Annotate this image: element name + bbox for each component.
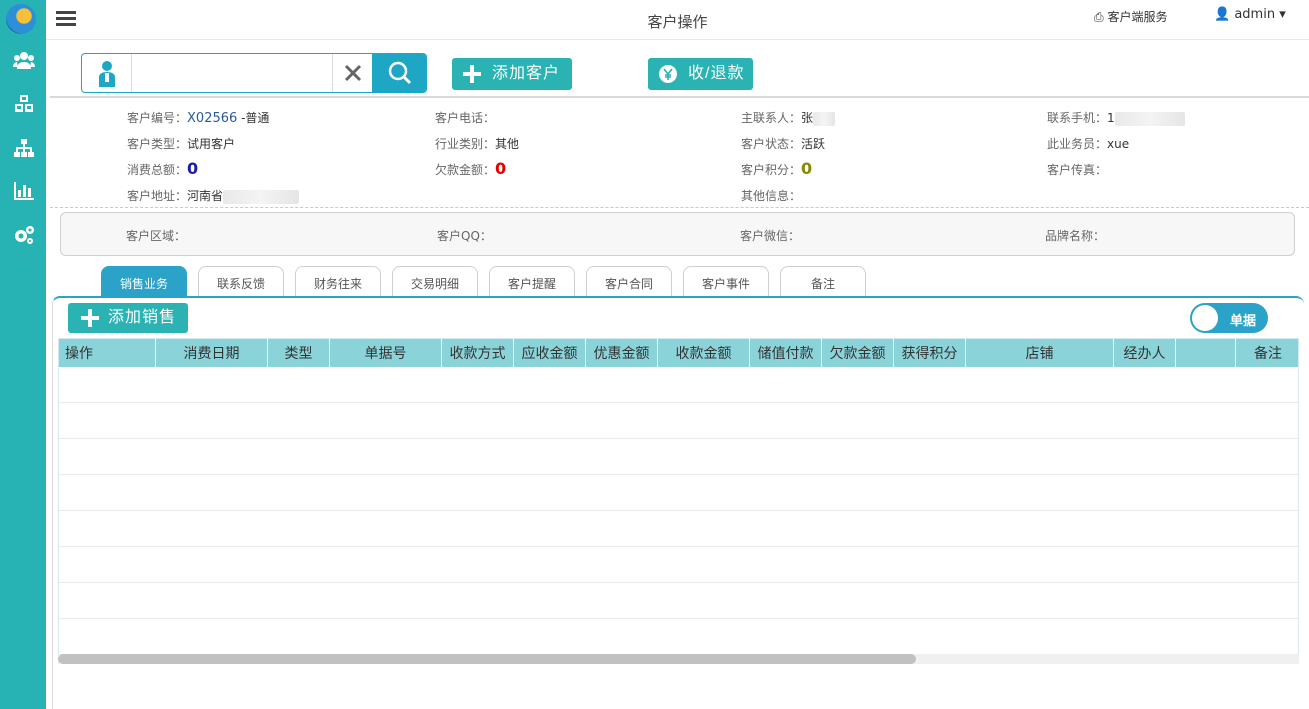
col-discount[interactable]: 优惠金额 xyxy=(586,339,658,367)
col-blank xyxy=(1176,339,1236,367)
customer-search-box xyxy=(81,53,427,93)
sales-table: 操作 消费日期 类型 单据号 收款方式 应收金额 优惠金额 收款金额 储值付款 … xyxy=(58,338,1299,658)
table-row xyxy=(59,583,1298,619)
table-row xyxy=(59,619,1298,655)
col-receivable[interactable]: 应收金额 xyxy=(514,339,586,367)
col-store[interactable]: 店铺 xyxy=(966,339,1114,367)
clear-icon[interactable] xyxy=(332,54,372,92)
printer-icon: ⎙ xyxy=(1094,10,1104,24)
table-header: 操作 消费日期 类型 单据号 收款方式 应收金额 优惠金额 收款金额 储值付款 … xyxy=(59,339,1298,367)
gears-icon[interactable] xyxy=(13,225,35,245)
add-customer-button[interactable]: 添加客户 xyxy=(452,58,572,90)
document-toggle[interactable]: 单据 xyxy=(1190,303,1268,333)
industry: 行业类别：其他 xyxy=(435,137,520,151)
customer-id: 客户编号：X02566 -普通 xyxy=(127,111,270,126)
col-arrears[interactable]: 欠款金额 xyxy=(822,339,894,367)
search-icon[interactable] xyxy=(372,54,426,92)
user-circle-icon: 👤 xyxy=(1214,7,1231,22)
client-service-link[interactable]: ⎙ 客户端服务 xyxy=(1094,8,1167,25)
customer-wechat: 客户微信： xyxy=(740,229,801,243)
bar-chart-icon[interactable] xyxy=(13,181,35,201)
sidebar xyxy=(0,0,46,709)
customer-qq: 客户QQ： xyxy=(437,229,492,243)
sales-panel: 添加销售 单据 操作 消费日期 类型 单据号 收款方式 应收金额 优惠金额 收款… xyxy=(52,296,1304,709)
scrollbar-thumb[interactable] xyxy=(58,654,916,664)
tab-sales[interactable]: 销售业务 xyxy=(101,266,187,296)
customer-phone: 客户电话： xyxy=(435,111,496,125)
customer-points: 客户积分：0 xyxy=(741,159,813,178)
tab-finance[interactable]: 财务往来 xyxy=(295,266,381,296)
plus-icon xyxy=(463,65,481,83)
table-row xyxy=(59,403,1298,439)
col-doc-no[interactable]: 单据号 xyxy=(330,339,442,367)
tab-reminders[interactable]: 客户提醒 xyxy=(489,266,575,296)
customer-address: 客户地址：河南省 xyxy=(127,187,300,204)
tab-contracts[interactable]: 客户合同 xyxy=(586,266,672,296)
col-action[interactable]: 操作 xyxy=(59,339,156,367)
table-row xyxy=(59,547,1298,583)
horizontal-scrollbar[interactable] xyxy=(58,654,1299,664)
contact-mobile: 联系手机：1 xyxy=(1047,109,1185,126)
tab-notes[interactable]: 备注 xyxy=(780,266,866,296)
customer-status: 客户状态：活跃 xyxy=(741,137,826,151)
debt-amount: 欠款金额：0 xyxy=(435,159,507,178)
main-contact: 主联系人：张 xyxy=(741,109,836,126)
customer-region: 客户区域： xyxy=(126,229,187,243)
user-menu[interactable]: 👤 admin ▾ xyxy=(1214,7,1286,22)
col-handler[interactable]: 经办人 xyxy=(1114,339,1176,367)
tab-transactions[interactable]: 交易明细 xyxy=(392,266,478,296)
cubes-icon[interactable] xyxy=(13,94,35,114)
plus-icon xyxy=(81,309,99,327)
customer-type: 客户类型：试用客户 xyxy=(127,137,236,151)
col-pay-method[interactable]: 收款方式 xyxy=(442,339,514,367)
payment-refund-button[interactable]: 收/退款 xyxy=(648,58,753,90)
total-spend: 消费总额：0 xyxy=(127,159,199,178)
col-points[interactable]: 获得积分 xyxy=(894,339,966,367)
col-type[interactable]: 类型 xyxy=(268,339,330,367)
customer-info: 客户编号：X02566 -普通 客户电话： 主联系人：张 联系手机：1 客户类型… xyxy=(50,100,1309,208)
table-row xyxy=(59,475,1298,511)
users-icon[interactable] xyxy=(13,50,35,70)
app-logo[interactable] xyxy=(6,4,36,34)
col-stored-value[interactable]: 储值付款 xyxy=(750,339,822,367)
topbar: 客户操作 ⎙ 客户端服务 👤 admin ▾ xyxy=(46,0,1309,40)
table-row xyxy=(59,511,1298,547)
table-row xyxy=(59,367,1298,403)
customer-fax: 客户传真： xyxy=(1047,163,1108,177)
col-date[interactable]: 消费日期 xyxy=(156,339,268,367)
brand-name: 品牌名称： xyxy=(1045,229,1106,243)
table-row xyxy=(59,439,1298,475)
toolbar: 添加客户 收/退款 xyxy=(50,42,1309,98)
extra-info: 客户区域： 客户QQ： 客户微信： 品牌名称： xyxy=(60,212,1295,256)
caret-down-icon: ▾ xyxy=(1279,7,1286,22)
add-sale-button[interactable]: 添加销售 xyxy=(68,303,188,333)
tab-bar: 销售业务 联系反馈 财务往来 交易明细 客户提醒 客户合同 客户事件 备注 xyxy=(50,264,1309,298)
yen-icon xyxy=(659,65,677,83)
customer-icon xyxy=(82,54,132,92)
col-notes[interactable]: 备注 xyxy=(1236,339,1298,367)
other-info: 其他信息： xyxy=(741,189,802,203)
sitemap-icon[interactable] xyxy=(13,138,35,158)
tab-events[interactable]: 客户事件 xyxy=(683,266,769,296)
tab-feedback[interactable]: 联系反馈 xyxy=(198,266,284,296)
col-received[interactable]: 收款金额 xyxy=(658,339,750,367)
customer-search-input[interactable] xyxy=(134,60,330,86)
salesman: 此业务员：xue xyxy=(1047,137,1130,151)
toggle-knob xyxy=(1192,305,1218,331)
